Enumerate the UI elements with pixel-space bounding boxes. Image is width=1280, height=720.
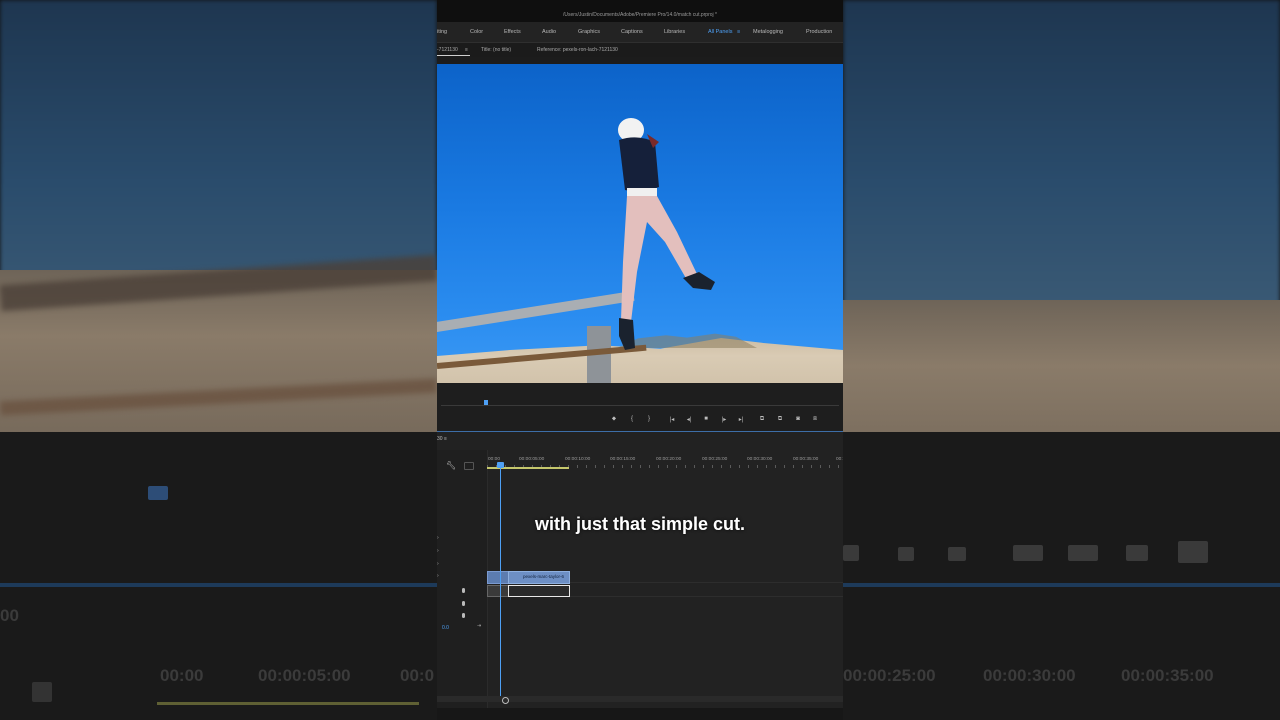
clip-title: Title: (no title)	[481, 47, 512, 53]
audio-clip[interactable]	[508, 585, 570, 597]
workspace-editing[interactable]: iting	[437, 29, 447, 35]
ghost-camera-icon	[1126, 545, 1148, 561]
ruler-label: 00:00:30:00	[747, 457, 773, 462]
mark-in-icon[interactable]: {	[627, 416, 637, 422]
bottom-strip	[437, 708, 843, 720]
zoom-fit-icon[interactable]: ⇥	[477, 623, 481, 629]
ghost-wrench-icon	[32, 682, 52, 702]
go-to-in-icon[interactable]: |◂	[667, 416, 677, 423]
ghost-ruler-25: 00:00:25:00	[843, 666, 936, 685]
ghost-insert-icon	[1013, 545, 1043, 561]
mic-icon[interactable]	[462, 601, 465, 606]
compare-icon[interactable]: ⧈	[810, 416, 820, 423]
linked-selection-icon[interactable]	[464, 462, 474, 470]
workspace-effects[interactable]: Effects	[504, 29, 521, 35]
project-path: /Users/Justin/Documents/Adobe/Premiere P…	[563, 12, 717, 18]
sequence-tab[interactable]: -7121130	[437, 47, 458, 53]
background-right: 00:00:25:00 00:00:30:00 00:00:35:00	[843, 0, 1280, 720]
background-bar	[0, 583, 437, 587]
timeline-playhead[interactable]	[500, 462, 501, 700]
video-clip[interactable]: pexels-marc-taylor-6	[508, 571, 570, 584]
background-sky	[843, 0, 1280, 330]
go-to-out-icon[interactable]: ▸|	[736, 416, 746, 423]
ruler-label: 00:00:10:00	[565, 457, 591, 462]
step-forward-icon[interactable]: |▸	[719, 416, 729, 423]
reference-label: Reference: pexels-ron-lach-7121130	[537, 47, 618, 53]
workspace-metalogging[interactable]: Metalogging	[753, 29, 783, 35]
workspace-bar: iting Color Effects Audio Graphics Capti…	[437, 22, 843, 43]
video-clip-fx[interactable]	[487, 571, 509, 584]
playback-controls: ⬥ { } |◂ ◂| ■ |▸ ▸| ⧉ ⧉ ◙ ⧈	[437, 383, 843, 431]
background-bar	[843, 583, 1280, 587]
premiere-window: /Users/Justin/Documents/Adobe/Premiere P…	[437, 0, 843, 720]
workspace-libraries[interactable]: Libraries	[664, 29, 685, 35]
ghost-overwrite-icon	[1068, 545, 1098, 561]
ghost-number: 00	[0, 606, 19, 625]
active-tab-underline	[437, 55, 470, 56]
workspace-audio[interactable]: Audio	[542, 29, 556, 35]
background-marker-icon	[148, 486, 168, 500]
track-expand-icon[interactable]: ›	[437, 535, 439, 541]
ghost-ruler-1: 00:00:05:00	[258, 666, 351, 685]
video-clip-label: pexels-marc-taylor-6	[523, 574, 565, 579]
track-expand-icon[interactable]: ›	[437, 573, 439, 579]
workspace-all-panels[interactable]: All Panels	[708, 29, 732, 35]
workspace-color[interactable]: Color	[470, 29, 483, 35]
ghost-ruler-2: 00:0	[400, 666, 435, 685]
workspace-captions[interactable]: Captions	[621, 29, 643, 35]
ruler-label: 00:00:05:00	[519, 457, 545, 462]
monitor-playhead[interactable]	[484, 400, 488, 405]
step-back-icon[interactable]: ◂|	[684, 416, 694, 423]
stop-icon[interactable]: ■	[701, 416, 711, 422]
ghost-stop-icon	[843, 545, 859, 561]
ruler-label: 00:00:15:00	[610, 457, 636, 462]
program-monitor-video	[437, 64, 843, 383]
export-frame-icon[interactable]: ◙	[793, 416, 803, 422]
mic-icon[interactable]	[462, 613, 465, 618]
ghost-ruler-0: 00:00	[160, 666, 204, 685]
timecode-small: 0.0	[442, 625, 449, 631]
timeline-tab-label: 30	[437, 436, 443, 442]
timeline-tab[interactable]: 30 ≡	[437, 436, 447, 442]
jumping-person	[618, 118, 715, 350]
ruler-label: 00:	[836, 457, 843, 462]
insert-icon[interactable]: ⧉	[757, 416, 767, 423]
ruler-label: 00:00:35:00	[793, 457, 819, 462]
overwrite-icon[interactable]: ⧉	[775, 416, 785, 423]
ghost-ruler-30: 00:00:30:00	[983, 666, 1076, 685]
track-expand-icon[interactable]: ›	[437, 548, 439, 554]
workspace-menu-icon[interactable]: ≡	[737, 29, 740, 35]
program-panel-header: -7121130 ≡ Title: (no title) Reference: …	[437, 43, 843, 57]
marker-icon[interactable]: ⬥	[609, 416, 619, 423]
scroll-handle[interactable]	[502, 697, 509, 704]
track-headers	[437, 450, 488, 720]
panel-menu-icon[interactable]: ≡	[465, 47, 468, 53]
ghost-ruler-35: 00:00:35:00	[1121, 666, 1214, 685]
ghost-compare-icon	[1178, 541, 1208, 563]
track-expand-icon[interactable]: ›	[437, 561, 439, 567]
wrench-icon[interactable]: 🔧︎	[446, 461, 456, 470]
ghost-workarea	[157, 702, 419, 705]
caption-overlay: with just that simple cut.	[534, 514, 745, 534]
ghost-step-icon	[948, 547, 966, 561]
scrub-bar[interactable]	[441, 405, 839, 406]
background-left: 00 00:00 00:00:05:00 00:0	[0, 0, 437, 720]
title-bar: /Users/Justin/Documents/Adobe/Premiere P…	[437, 0, 843, 22]
timeline-panel: 30 ≡ 🔧︎ 00:00 00:00:05:00 00:00:10:00 00…	[437, 432, 843, 720]
mic-icon[interactable]	[462, 588, 465, 593]
audio-clip-left[interactable]	[487, 585, 509, 597]
mark-out-icon[interactable]: }	[644, 416, 654, 422]
workspace-production[interactable]: Production	[806, 29, 832, 35]
background-ui	[0, 432, 437, 720]
workspace-graphics[interactable]: Graphics	[578, 29, 600, 35]
ruler-label: 00:00:25:00	[702, 457, 728, 462]
timeline-scrollbar[interactable]	[437, 696, 843, 702]
ghost-play-icon	[898, 547, 914, 561]
ruler-label: 00:00:20:00	[656, 457, 682, 462]
